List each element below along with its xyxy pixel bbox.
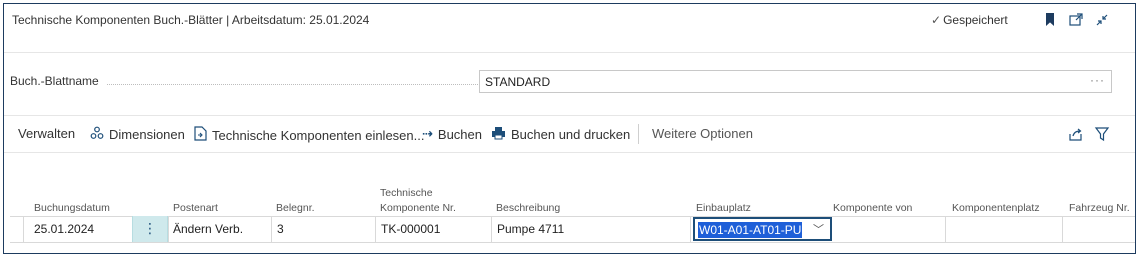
grid-cell-border bbox=[690, 216, 691, 242]
install-place-dropdown[interactable]: W01-A01-AT01-PU ﹀ bbox=[693, 217, 832, 241]
column-header-entry-type[interactable]: Postenart bbox=[173, 202, 218, 214]
manage-button-label: Verwalten bbox=[18, 126, 76, 141]
cell-component-no[interactable]: TK-000001 bbox=[381, 222, 440, 236]
column-header-posting-date[interactable]: Buchungsdatum bbox=[34, 202, 110, 214]
divider bbox=[4, 115, 1135, 116]
import-components-button[interactable]: Technische Komponenten einlesen... bbox=[194, 126, 424, 144]
cell-description[interactable]: Pumpe 4711 bbox=[497, 222, 564, 236]
divider bbox=[4, 152, 1135, 153]
filter-icon[interactable] bbox=[1094, 126, 1110, 142]
check-icon: ✓ bbox=[931, 13, 942, 27]
grid-cell-border bbox=[168, 216, 169, 242]
dimensions-icon bbox=[90, 126, 104, 143]
page-window: Technische Komponenten Buch.-Blätter | A… bbox=[3, 3, 1136, 254]
column-header-vehicle-no[interactable]: Fahrzeug Nr. bbox=[1069, 202, 1130, 214]
column-header-document-no[interactable]: Belegnr. bbox=[276, 202, 315, 214]
collapse-icon[interactable] bbox=[1094, 12, 1110, 28]
dimensions-button-label: Dimensionen bbox=[109, 127, 185, 142]
popout-icon[interactable] bbox=[1068, 12, 1084, 28]
share-icon[interactable] bbox=[1068, 126, 1084, 142]
title-bar: Technische Komponenten Buch.-Blätter | A… bbox=[4, 4, 1135, 38]
more-dots-icon[interactable]: ··· bbox=[1090, 73, 1105, 87]
column-header-component-no-line1: Technische bbox=[380, 187, 433, 199]
column-header-install-place[interactable]: Einbauplatz bbox=[696, 202, 751, 214]
column-header-description[interactable]: Beschreibung bbox=[496, 202, 560, 214]
grid-border bbox=[10, 216, 1135, 217]
post-button-label: Buchen bbox=[437, 126, 482, 142]
page-title: Technische Komponenten Buch.-Blätter | A… bbox=[12, 13, 370, 27]
more-options-button-label: Weitere Optionen bbox=[652, 126, 753, 141]
column-header-component-of[interactable]: Komponente von bbox=[833, 202, 912, 214]
manage-button[interactable]: Verwalten bbox=[18, 126, 75, 141]
more-options-button[interactable]: Weitere Optionen bbox=[652, 126, 753, 141]
grid-cell-border bbox=[491, 216, 492, 242]
post-plus-icon: ⇢ bbox=[422, 126, 433, 141]
install-place-value: W01-A01-AT01-PU bbox=[698, 222, 803, 238]
saved-status: ✓ Gespeichert bbox=[931, 13, 1008, 27]
journal-name-field[interactable]: STANDARD ··· bbox=[479, 70, 1112, 93]
import-document-icon bbox=[194, 126, 207, 144]
dimensions-button[interactable]: Dimensionen bbox=[90, 126, 185, 143]
post-and-print-button[interactable]: Buchen und drucken bbox=[491, 126, 630, 143]
cell-entry-type[interactable]: Ändern Verb. bbox=[173, 222, 243, 236]
column-header-component-no-line2: Komponente Nr. bbox=[380, 202, 456, 214]
bookmark-icon[interactable] bbox=[1042, 12, 1058, 28]
column-header-component-place[interactable]: Komponentenplatz bbox=[952, 202, 1040, 214]
divider bbox=[4, 52, 1135, 53]
grid-cell-border bbox=[23, 216, 24, 242]
cell-document-no[interactable]: 3 bbox=[277, 222, 284, 236]
printer-icon bbox=[491, 126, 506, 143]
post-and-print-button-label: Buchen und drucken bbox=[511, 127, 631, 142]
journal-name-value: STANDARD bbox=[485, 75, 551, 89]
grid-border bbox=[10, 242, 1135, 243]
grid-cell-border bbox=[945, 216, 946, 242]
saved-status-label: Gespeichert bbox=[943, 13, 1008, 27]
chevron-down-icon[interactable]: ﹀ bbox=[813, 221, 824, 237]
row-menu-icon[interactable]: ⋮ bbox=[132, 216, 168, 242]
grid-cell-border bbox=[375, 216, 376, 242]
grid-cell-border bbox=[1062, 216, 1063, 242]
grid-cell-border bbox=[271, 216, 272, 242]
label-dots bbox=[107, 84, 478, 85]
post-button[interactable]: ⇢ Buchen bbox=[422, 126, 482, 142]
action-separator bbox=[638, 124, 639, 144]
cell-posting-date[interactable]: 25.01.2024 bbox=[34, 222, 94, 236]
import-components-button-label: Technische Komponenten einlesen... bbox=[212, 127, 425, 143]
journal-name-label: Buch.-Blattname bbox=[10, 74, 99, 88]
column-header-component-no[interactable]: Technische Komponente Nr. bbox=[380, 187, 456, 214]
action-bar: Verwalten Dimensionen Technische Kompone… bbox=[4, 122, 1135, 148]
